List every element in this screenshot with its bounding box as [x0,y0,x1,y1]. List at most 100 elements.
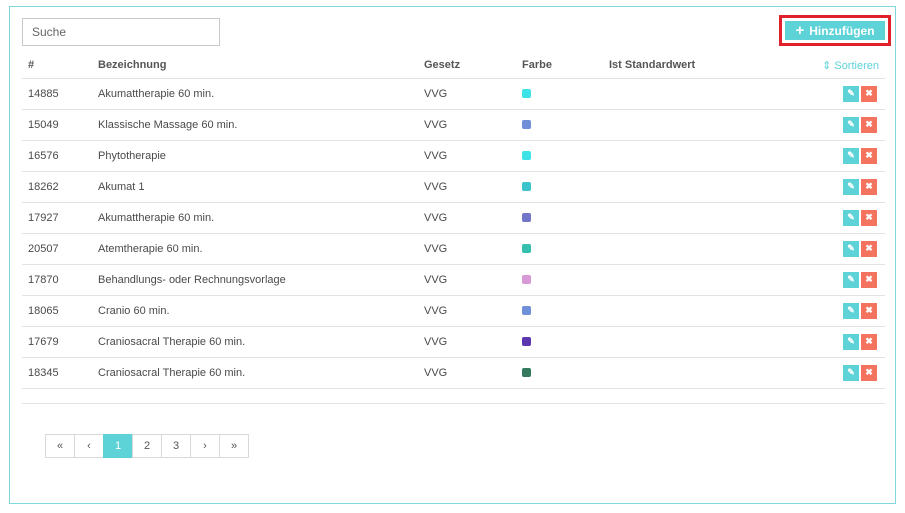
close-icon[interactable]: ✖ [861,240,877,257]
close-icon[interactable]: ✖ [861,364,877,381]
row-name: Behandlungs- oder Rechnungsvorlage [92,264,418,296]
close-icon[interactable]: ✖ [861,333,877,350]
row-default [603,78,753,110]
row-color-cell [516,202,603,234]
row-actions: ✎ ✖ [753,357,885,389]
row-default [603,140,753,172]
row-law: VVG [418,109,516,141]
table-row: 20507 Atemtherapie 60 min. VVG ✎ ✖ [22,233,885,265]
table-row: 16576 Phytotherapie VVG ✎ ✖ [22,140,885,172]
row-color-cell [516,295,603,327]
row-name: Klassische Massage 60 min. [92,109,418,141]
row-id: 18065 [22,295,92,327]
pagination: « ‹ 1 2 3 › » [45,434,249,458]
row-actions: ✎ ✖ [753,295,885,327]
row-id: 20507 [22,233,92,265]
plus-icon: + [795,22,805,39]
row-id: 16576 [22,140,92,172]
row-law: VVG [418,357,516,389]
edit-icon[interactable]: ✎ [843,302,859,319]
page-2[interactable]: 2 [132,434,162,458]
color-swatch [522,120,531,130]
row-law: VVG [418,140,516,172]
close-icon[interactable]: ✖ [861,209,877,226]
row-name: Phytotherapie [92,140,418,172]
page-next[interactable]: › [190,434,220,458]
search-input[interactable] [22,18,220,46]
close-icon[interactable]: ✖ [861,147,877,164]
row-law: VVG [418,326,516,358]
edit-icon[interactable]: ✎ [843,116,859,133]
close-icon[interactable]: ✖ [861,302,877,319]
edit-icon[interactable]: ✎ [843,240,859,257]
edit-icon[interactable]: ✎ [843,364,859,381]
edit-icon[interactable]: ✎ [843,209,859,226]
header-default: Ist Standardwert [603,53,753,79]
page-3[interactable]: 3 [161,434,191,458]
close-icon[interactable]: ✖ [861,116,877,133]
table-row: 15049 Klassische Massage 60 min. VVG ✎ ✖ [22,109,885,141]
table-row: 17679 Craniosacral Therapie 60 min. VVG ✎ ✖ [22,326,885,358]
row-color-cell [516,326,603,358]
close-icon[interactable]: ✖ [861,271,877,288]
row-name: Craniosacral Therapie 60 min. [92,357,418,389]
color-swatch [522,89,531,99]
data-table: # Bezeichnung Gesetz Farbe Ist Standardw… [22,53,885,389]
row-color-cell [516,140,603,172]
edit-icon[interactable]: ✎ [843,333,859,350]
color-swatch [522,337,531,347]
row-name: Cranio 60 min. [92,295,418,327]
row-default [603,264,753,296]
edit-icon[interactable]: ✎ [843,147,859,164]
row-default [603,357,753,389]
row-color-cell [516,78,603,110]
table-row: 17927 Akumattherapie 60 min. VVG ✎ ✖ [22,202,885,234]
row-default [603,326,753,358]
color-swatch [522,151,531,161]
row-actions: ✎ ✖ [753,109,885,141]
header-law: Gesetz [418,53,516,79]
sort-button[interactable]: ⇕ Sortieren [753,53,885,79]
page-prev[interactable]: ‹ [74,434,104,458]
page-1[interactable]: 1 [103,434,133,458]
row-actions: ✎ ✖ [753,78,885,110]
row-default [603,109,753,141]
row-name: Akumat 1 [92,171,418,203]
table-row: 14885 Akumattherapie 60 min. VVG ✎ ✖ [22,78,885,110]
row-law: VVG [418,78,516,110]
row-id: 17927 [22,202,92,234]
row-law: VVG [418,171,516,203]
page-last[interactable]: » [219,434,249,458]
add-button[interactable]: + Hinzufügen [785,21,885,40]
edit-icon[interactable]: ✎ [843,85,859,102]
row-color-cell [516,171,603,203]
row-law: VVG [418,264,516,296]
add-button-highlight: + Hinzufügen [779,15,891,46]
row-actions: ✎ ✖ [753,264,885,296]
row-id: 17679 [22,326,92,358]
row-color-cell [516,109,603,141]
row-default [603,171,753,203]
page-first[interactable]: « [45,434,75,458]
row-id: 15049 [22,109,92,141]
table-header-row: # Bezeichnung Gesetz Farbe Ist Standardw… [22,53,885,79]
row-default [603,233,753,265]
content-panel: + Hinzufügen # Bezeichnung Gesetz Farbe … [9,6,896,504]
edit-icon[interactable]: ✎ [843,178,859,195]
row-name: Akumattherapie 60 min. [92,78,418,110]
color-swatch [522,368,531,378]
close-icon[interactable]: ✖ [861,178,877,195]
header-name: Bezeichnung [92,53,418,79]
color-swatch [522,213,531,223]
color-swatch [522,182,531,192]
row-actions: ✎ ✖ [753,326,885,358]
row-color-cell [516,357,603,389]
color-swatch [522,244,531,254]
close-icon[interactable]: ✖ [861,85,877,102]
row-actions: ✎ ✖ [753,233,885,265]
row-name: Akumattherapie 60 min. [92,202,418,234]
row-default [603,202,753,234]
add-button-label: Hinzufügen [809,23,875,38]
header-id: # [22,53,92,79]
edit-icon[interactable]: ✎ [843,271,859,288]
